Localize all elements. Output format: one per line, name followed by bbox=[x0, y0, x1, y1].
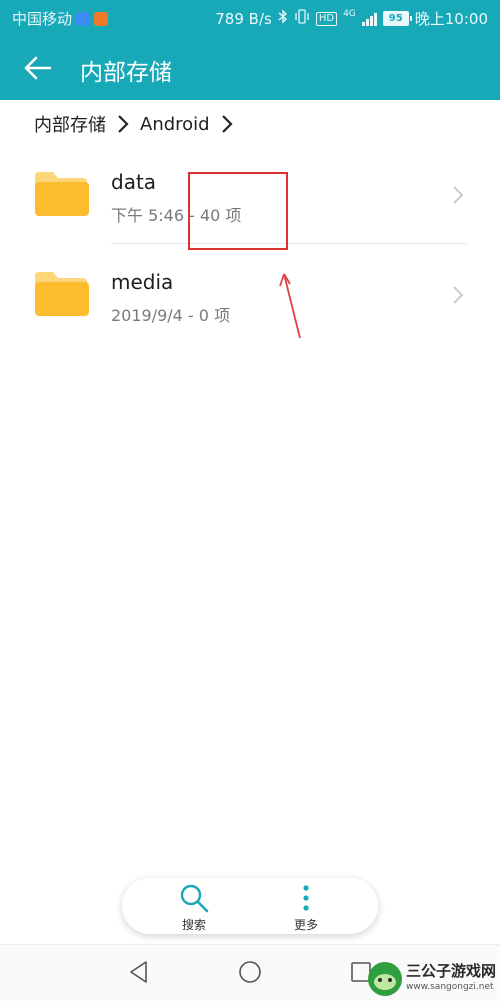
back-button[interactable] bbox=[20, 50, 56, 86]
more-vertical-icon bbox=[303, 885, 309, 911]
folder-icon bbox=[35, 272, 89, 316]
battery-icon: 95 bbox=[382, 11, 412, 26]
folder-icon bbox=[35, 172, 89, 216]
notification-app-icon bbox=[76, 11, 91, 26]
chevron-right-icon bbox=[118, 115, 129, 133]
more-button[interactable]: 更多 bbox=[276, 882, 336, 933]
status-bar-right: 789 B/s HD 4G 95 晚上10:00 bbox=[215, 8, 488, 29]
annotation-highlight-box bbox=[188, 172, 288, 250]
network-type: 4G bbox=[343, 8, 356, 19]
nav-back-icon[interactable] bbox=[126, 959, 152, 985]
notification-video-icon bbox=[94, 11, 109, 26]
breadcrumb-item-internal-storage[interactable]: 内部存储 bbox=[34, 111, 106, 137]
list-item-media[interactable]: media 2019/9/4 - 0 项 bbox=[0, 250, 500, 350]
annotation-arrow-icon bbox=[279, 273, 301, 339]
hd-badge: HD bbox=[315, 11, 338, 26]
divider bbox=[111, 243, 467, 244]
signal-icon bbox=[361, 12, 377, 26]
search-icon bbox=[180, 884, 209, 913]
watermark-url: www.sangongzi.net bbox=[406, 982, 494, 992]
file-name: data bbox=[111, 170, 157, 194]
watermark-logo-icon bbox=[368, 962, 402, 996]
file-name: media bbox=[111, 270, 174, 294]
carrier-name: 中国移动 bbox=[12, 10, 73, 28]
page-title: 内部存储 bbox=[80, 60, 172, 86]
app-bar: 内部存储 bbox=[0, 36, 500, 100]
vibrate-icon bbox=[294, 9, 310, 28]
chevron-right-icon bbox=[453, 286, 464, 304]
net-speed: 789 B/s bbox=[215, 9, 272, 28]
watermark-title: 三公子游戏网 bbox=[406, 962, 497, 980]
search-label: 搜索 bbox=[181, 918, 206, 932]
file-meta: 2019/9/4 - 0 项 bbox=[111, 306, 231, 325]
nav-home-icon[interactable] bbox=[237, 959, 263, 985]
chevron-right-icon bbox=[453, 186, 464, 204]
status-bar: 中国移动 789 B/s HD 4G 95 晚上10:00 bbox=[0, 0, 500, 36]
clock: 晚上10:00 bbox=[414, 10, 488, 28]
arrow-left-icon bbox=[24, 56, 52, 80]
breadcrumb-item-android[interactable]: Android bbox=[140, 114, 210, 135]
search-button[interactable]: 搜索 bbox=[164, 882, 224, 933]
bluetooth-icon bbox=[278, 9, 288, 28]
chevron-right-icon bbox=[221, 115, 233, 133]
breadcrumb: 内部存储 Android bbox=[34, 112, 244, 136]
more-label: 更多 bbox=[293, 918, 318, 932]
watermark: 三公子游戏网 www.sangongzi.net bbox=[366, 960, 496, 996]
bottom-action-bar: 搜索 更多 bbox=[122, 878, 378, 934]
status-bar-left: 中国移动 bbox=[12, 8, 109, 29]
